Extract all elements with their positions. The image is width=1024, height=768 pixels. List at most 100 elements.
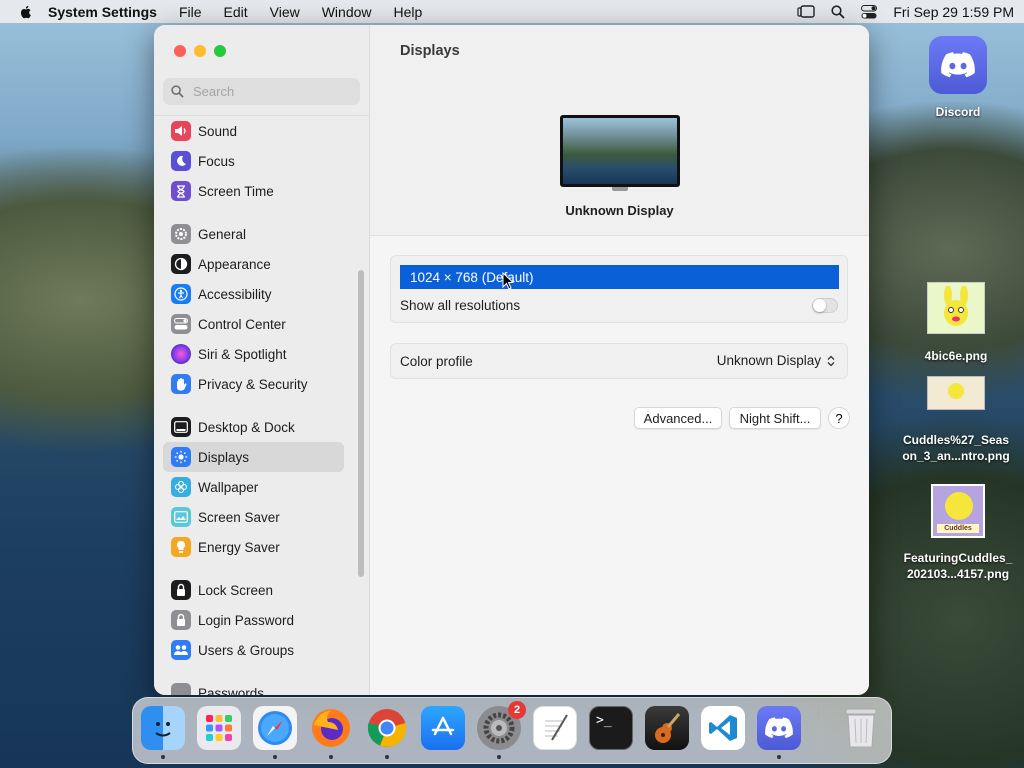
sidebar-item-sound[interactable]: Sound [163, 116, 344, 146]
minimize-button[interactable] [194, 45, 206, 57]
show-all-resolutions-toggle[interactable] [812, 298, 838, 313]
sidebar-item-label: Screen Saver [198, 509, 280, 525]
desktop-file-cuddles-season[interactable]: Cuddles%27_Seas on_3_an...ntro.png [895, 376, 1017, 464]
menu-help[interactable]: Help [394, 4, 423, 20]
sidebar-item-wallpaper[interactable]: Wallpaper [163, 472, 344, 502]
sidebar-item-users-groups[interactable]: Users & Groups [163, 635, 344, 665]
mouse-cursor-icon [502, 272, 514, 290]
key-lock-icon [171, 610, 191, 630]
display-thumbnail[interactable] [560, 115, 680, 191]
spotlight-search-icon[interactable] [831, 4, 846, 19]
resolution-option-selected[interactable]: 1024 × 768 (Default) [400, 265, 839, 289]
toggle-knob [813, 299, 826, 312]
sidebar-item-label: Wallpaper [198, 479, 259, 495]
zoom-button[interactable] [214, 45, 226, 57]
sidebar-item-appearance[interactable]: Appearance [163, 249, 344, 279]
dock-app-store[interactable] [421, 706, 465, 750]
lock-icon [171, 580, 191, 600]
accessibility-icon [171, 284, 191, 304]
dock-terminal[interactable]: >_ [589, 706, 633, 750]
chevron-up-down-icon [827, 355, 835, 366]
sidebar: Sound Focus Screen Time General Appearan… [154, 25, 370, 695]
sidebar-item-general[interactable]: General [163, 219, 344, 249]
sidebar-item-displays[interactable]: Displays [163, 442, 344, 472]
dock-vscode[interactable] [701, 706, 745, 750]
desktop-file-4bic6e[interactable]: 4bic6e.png [908, 282, 1004, 364]
dock-system-settings[interactable]: 2 [477, 701, 526, 759]
sidebar-item-desktop-dock[interactable]: Desktop & Dock [163, 412, 344, 442]
sidebar-item-siri-spotlight[interactable]: Siri & Spotlight [163, 339, 344, 369]
sidebar-item-privacy-security[interactable]: Privacy & Security [163, 369, 344, 399]
window-controls [174, 45, 226, 57]
sidebar-item-label: Lock Screen [198, 582, 274, 598]
running-indicator [273, 755, 277, 759]
dock-discord[interactable] [757, 706, 801, 759]
battery-icon [171, 537, 191, 557]
help-button-label: ? [835, 410, 843, 426]
color-profile-select[interactable]: Unknown Display [717, 353, 835, 368]
dock-garageband[interactable] [645, 706, 689, 750]
image-thumbnail-icon: Cuddles [931, 484, 985, 538]
menu-edit[interactable]: Edit [224, 4, 248, 20]
apple-menu-icon[interactable] [18, 4, 34, 20]
night-shift-button[interactable]: Night Shift... [729, 407, 821, 429]
vscode-icon [709, 715, 737, 741]
sound-icon [171, 121, 191, 141]
sidebar-item-screen-saver[interactable]: Screen Saver [163, 502, 344, 532]
sidebar-item-control-center[interactable]: Control Center [163, 309, 344, 339]
sidebar-item-label: Focus [198, 153, 235, 169]
desktop-discord[interactable]: Discord [918, 36, 998, 120]
running-indicator [385, 755, 389, 759]
dock-textedit[interactable] [533, 706, 577, 750]
dock-separator [821, 706, 822, 754]
chrome-icon [367, 709, 407, 747]
guitar-icon [655, 713, 681, 743]
close-button[interactable] [174, 45, 186, 57]
sidebar-item-passwords[interactable]: Passwords [163, 678, 344, 695]
stage-manager-icon[interactable] [797, 4, 816, 19]
dock-launchpad[interactable] [197, 706, 241, 750]
sidebar-item-label: Energy Saver [198, 539, 280, 555]
sidebar-item-accessibility[interactable]: Accessibility [163, 279, 344, 309]
dock-chrome[interactable] [365, 706, 409, 759]
menu-window[interactable]: Window [322, 4, 372, 20]
color-profile-value: Unknown Display [716, 353, 821, 368]
menu-clock[interactable]: Fri Sep 29 1:59 PM [893, 4, 1014, 20]
sidebar-scrollbar[interactable] [358, 270, 364, 577]
gear-icon [171, 224, 191, 244]
thumbnail-caption: Cuddles [937, 524, 979, 533]
menu-file[interactable]: File [179, 4, 202, 20]
dock-icon [171, 417, 191, 437]
finder-face-icon [155, 722, 171, 737]
search-input[interactable] [191, 83, 345, 100]
menu-app-name[interactable]: System Settings [48, 4, 157, 20]
desktop-file3-label-line2: 202103...4157.png [906, 567, 1010, 581]
resolution-label: 1024 × 768 (Default) [410, 269, 534, 285]
sidebar-item-screen-time[interactable]: Screen Time [163, 176, 344, 206]
menu-view[interactable]: View [270, 4, 300, 20]
sidebar-item-label: Accessibility [198, 286, 272, 302]
dock-trash[interactable] [839, 706, 883, 750]
sidebar-item-login-password[interactable]: Login Password [163, 605, 344, 635]
sidebar-item-lock-screen[interactable]: Lock Screen [163, 575, 344, 605]
desktop-file1-label: 4bic6e.png [924, 349, 988, 363]
discord-app-icon [929, 36, 987, 94]
users-icon [171, 640, 191, 660]
sidebar-item-label: Users & Groups [198, 642, 295, 658]
help-button[interactable]: ? [828, 407, 850, 429]
running-indicator [497, 755, 501, 759]
desktop-file-featuring-cuddles[interactable]: Cuddles FeaturingCuddles_ 202103...4157.… [895, 484, 1021, 582]
terminal-prompt: >_ [596, 713, 612, 728]
sidebar-item-energy-saver[interactable]: Energy Saver [163, 532, 344, 562]
dock-firefox[interactable] [309, 706, 353, 759]
dock-finder[interactable] [141, 706, 185, 759]
siri-icon [171, 344, 191, 364]
dock-safari[interactable] [253, 706, 297, 759]
textedit-pen-icon [545, 714, 568, 741]
search-field[interactable] [163, 78, 360, 105]
image-thumbnail-icon [927, 376, 985, 410]
search-icon [171, 85, 184, 98]
advanced-button[interactable]: Advanced... [634, 407, 722, 429]
sidebar-item-focus[interactable]: Focus [163, 146, 344, 176]
control-center-toggle-icon[interactable] [861, 4, 878, 19]
